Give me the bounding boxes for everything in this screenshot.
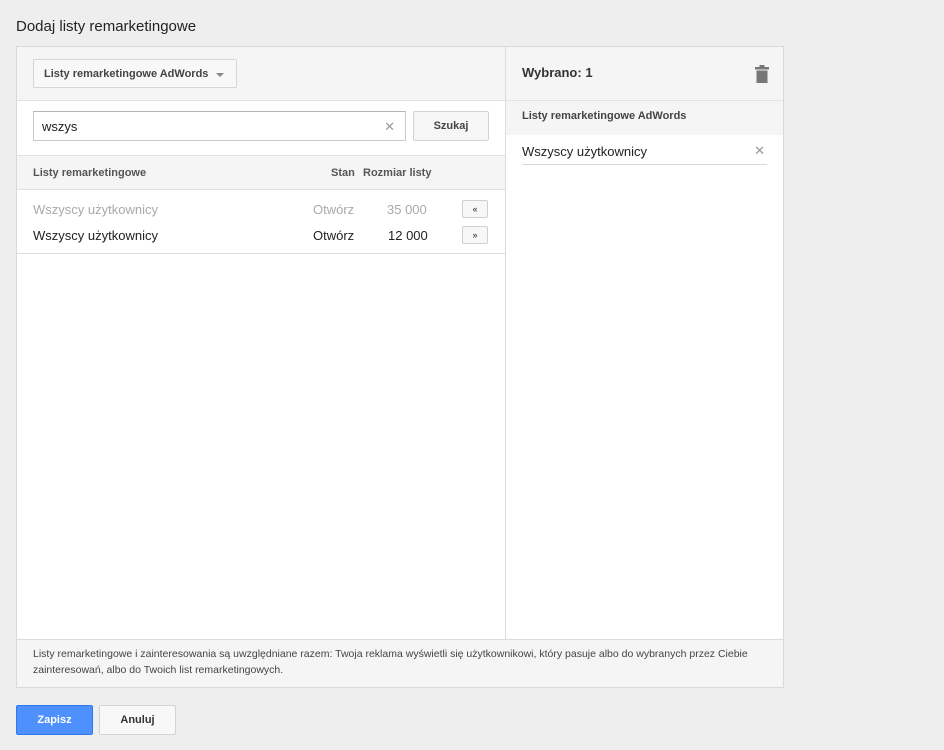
row-name: Wszyscy użytkownicy xyxy=(33,228,158,243)
column-header-size[interactable]: Rozmiar listy xyxy=(363,167,431,179)
trash-icon[interactable] xyxy=(755,65,769,83)
source-toolbar: Listy remarketingowe AdWords xyxy=(17,47,505,101)
remove-from-selection-button[interactable]: « xyxy=(462,200,488,218)
table-header: Listy remarketingowe Stan Rozmiar listy xyxy=(17,155,505,190)
row-status: Otwórz xyxy=(313,202,355,217)
info-note: Listy remarketingowe i zainteresowania s… xyxy=(17,639,783,687)
selected-count: Wybrano: 1 xyxy=(522,65,593,80)
save-button[interactable]: Zapisz xyxy=(16,705,93,735)
page-title: Dodaj listy remarketingowe xyxy=(16,18,197,35)
search-input[interactable]: wszys ✕ xyxy=(33,111,406,141)
selected-list-item: Wszyscy użytkownicy ✕ xyxy=(522,135,767,165)
row-name: Wszyscy użytkownicy xyxy=(33,202,158,217)
list-source-dropdown[interactable]: Listy remarketingowe AdWords xyxy=(33,59,238,88)
selected-header: Wybrano: 1 xyxy=(506,47,783,101)
column-header-name[interactable]: Listy remarketingowe xyxy=(33,167,146,179)
remarketing-panel: Listy remarketingowe AdWords wszys ✕ Szu… xyxy=(16,46,784,688)
column-header-status[interactable]: Stan xyxy=(331,167,355,179)
list-source-label: Listy remarketingowe AdWords xyxy=(44,67,209,80)
row-size: 35 000 xyxy=(387,202,427,217)
search-area: wszys ✕ Szukaj xyxy=(17,101,505,155)
search-button[interactable]: Szukaj xyxy=(413,111,489,141)
selected-lists-pane: Wybrano: 1 Listy remarketingowe AdWords … xyxy=(506,47,783,639)
selected-group-title: Listy remarketingowe AdWords xyxy=(506,101,783,135)
chevron-down-icon xyxy=(216,72,225,77)
row-size: 12 000 xyxy=(388,228,428,243)
selected-item-label: Wszyscy użytkownicy xyxy=(522,144,647,159)
table-row[interactable]: Wszyscy użytkownicy Otwórz 12 000 » xyxy=(17,223,505,249)
row-status: Otwórz xyxy=(313,228,355,243)
add-to-selection-button[interactable]: » xyxy=(462,226,488,244)
close-icon[interactable]: ✕ xyxy=(384,119,395,135)
table-row[interactable]: Wszyscy użytkownicy Otwórz 35 000 « xyxy=(17,197,505,223)
close-icon[interactable]: ✕ xyxy=(754,143,765,159)
list-rows: Wszyscy użytkownicy Otwórz 35 000 « Wszy… xyxy=(17,190,505,254)
search-input-value: wszys xyxy=(42,118,78,134)
cancel-button[interactable]: Anuluj xyxy=(99,705,176,735)
available-lists-pane: Listy remarketingowe AdWords wszys ✕ Szu… xyxy=(17,47,506,639)
